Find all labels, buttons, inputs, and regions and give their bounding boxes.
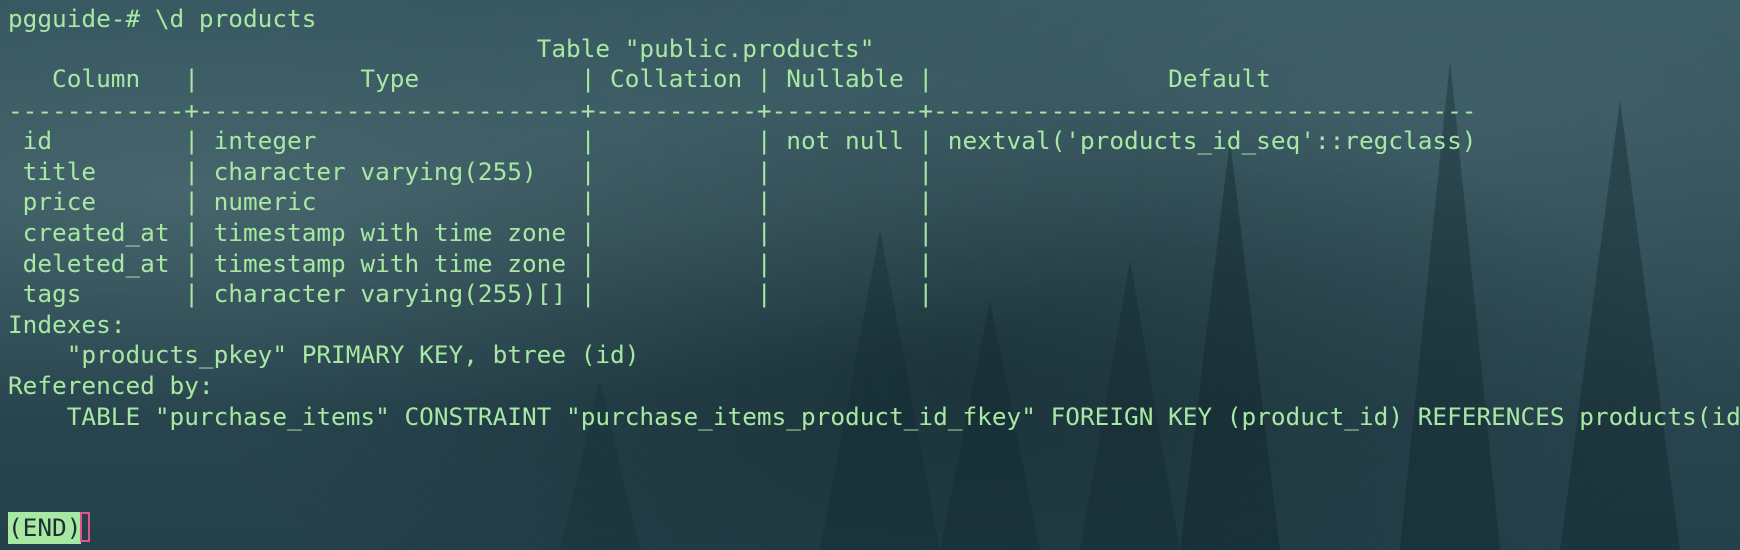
table-row: title | character varying(255) | | | — [8, 157, 934, 186]
pager-end-indicator: (END) — [8, 512, 82, 544]
table-row: tags | character varying(255)[] | | | — [8, 279, 934, 308]
index-line: "products_pkey" PRIMARY KEY, btree (id) — [8, 340, 640, 369]
text-cursor[interactable] — [80, 512, 90, 542]
table-header-row: Column | Type | Collation | Nullable | D… — [8, 64, 1271, 93]
table-title: Table "public.products" — [8, 34, 875, 63]
table-row: price | numeric | | | — [8, 187, 934, 216]
prompt-line: pgguide-# \d products — [8, 4, 317, 33]
table-row: created_at | timestamp with time zone | … — [8, 218, 934, 247]
referenced-by-line: TABLE "purchase_items" CONSTRAINT "purch… — [8, 402, 1740, 431]
terminal-window[interactable]: pgguide-# \d products Table "public.prod… — [0, 0, 1740, 550]
table-row: deleted_at | timestamp with time zone | … — [8, 249, 934, 278]
referenced-by-label: Referenced by: — [8, 371, 214, 400]
table-row: id | integer | | not null | nextval('pro… — [8, 126, 1477, 155]
table-separator: ------------+--------------------------+… — [8, 96, 1477, 125]
indexes-label: Indexes: — [8, 310, 126, 339]
